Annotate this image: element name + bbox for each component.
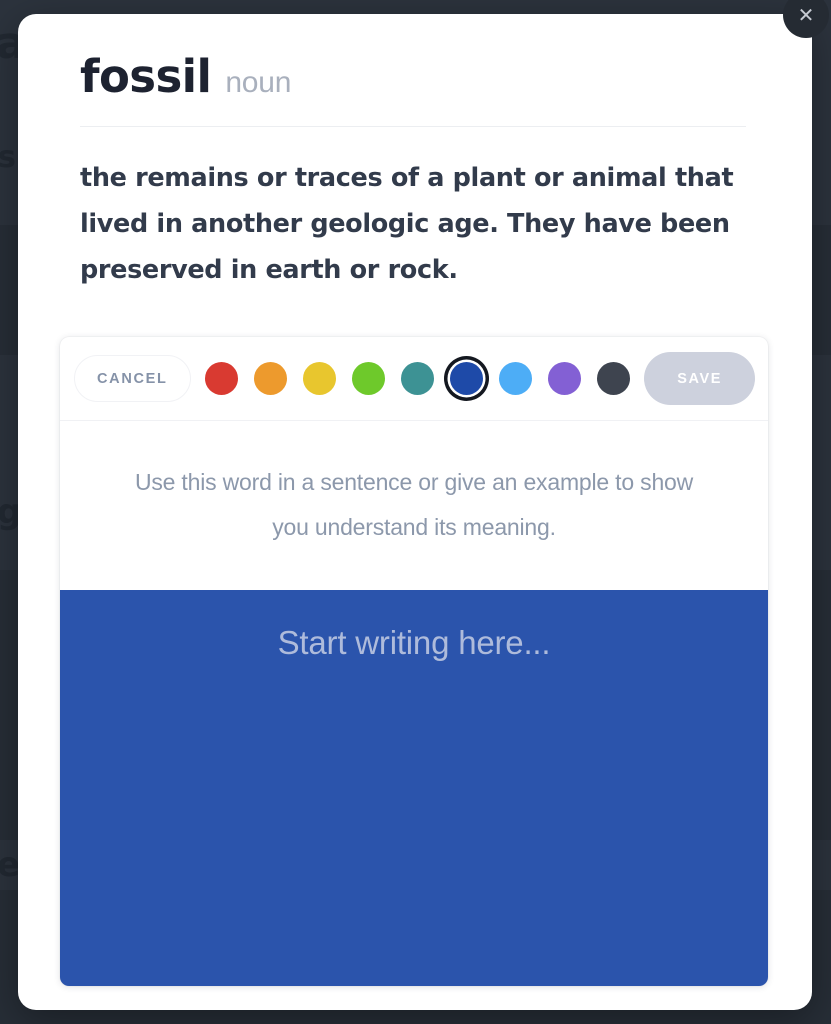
answer-writing-area[interactable]: Start writing here... (60, 590, 768, 986)
color-swatch-light-blue[interactable] (498, 362, 532, 395)
composer-toolbar: CANCEL SAVE (60, 337, 768, 421)
color-swatch-dark-blue[interactable] (449, 362, 483, 395)
definition-text: the remains or traces of a plant or anim… (80, 163, 734, 285)
header-divider (80, 126, 746, 127)
color-swatch-red[interactable] (204, 362, 238, 395)
color-swatch-group (191, 362, 645, 395)
writing-placeholder: Start writing here... (277, 624, 551, 661)
color-swatch-yellow[interactable] (302, 362, 336, 395)
word-definition-modal: fossil noun the remains or traces of a p… (18, 14, 812, 1010)
color-swatch-teal[interactable] (400, 362, 434, 395)
backdrop-ghost-text: s (0, 140, 16, 175)
color-swatch-green[interactable] (351, 362, 385, 395)
word-header: fossil noun (18, 14, 812, 99)
save-button[interactable]: SAVE (644, 352, 755, 405)
color-swatch-purple[interactable] (547, 362, 581, 395)
answer-composer-card: CANCEL SAVE Use this word in a sentence … (60, 337, 768, 986)
composer-prompt-area: Use this word in a sentence or give an e… (60, 421, 768, 590)
color-swatch-dark-gray[interactable] (596, 362, 630, 395)
color-swatch-orange[interactable] (253, 362, 287, 395)
word-title: fossil (80, 50, 212, 103)
prompt-text: Use this word in a sentence or give an e… (134, 469, 694, 540)
cancel-button[interactable]: CANCEL (74, 355, 191, 402)
part-of-speech-label: noun (225, 66, 292, 99)
close-icon: ✕ (797, 3, 815, 27)
